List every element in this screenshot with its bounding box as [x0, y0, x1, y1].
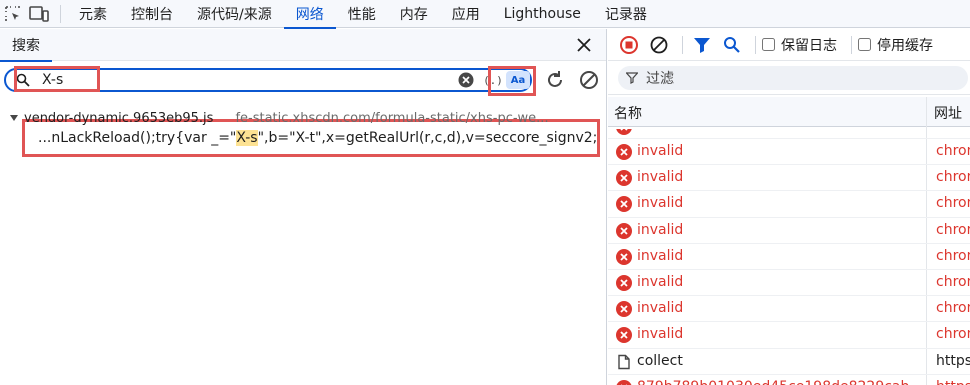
- preserve-log-checkbox[interactable]: 保留日志: [762, 35, 837, 55]
- error-icon: [616, 301, 632, 318]
- network-request-row[interactable]: 879b789b01030ed45ce198de8229cab https: [608, 375, 970, 385]
- tab-6[interactable]: 应用: [440, 0, 492, 28]
- toolbar-divider: [851, 35, 852, 54]
- clear-search-icon[interactable]: [458, 72, 475, 89]
- error-icon: [616, 196, 632, 213]
- annotation-box-case: [488, 66, 536, 96]
- result-text-after: ",b="X-t",x=getRealUrl(r,c,d),v=seccore_…: [257, 130, 598, 146]
- tab-7[interactable]: Lighthouse: [492, 0, 593, 28]
- disable-cache-box[interactable]: [858, 38, 871, 51]
- tab-3[interactable]: 网络: [283, 0, 336, 29]
- search-result-line[interactable]: ...nLackReload();try{var _="X-s",b="X-t"…: [38, 130, 598, 150]
- disable-cache-label: 停用缓存: [877, 37, 933, 54]
- request-name: invalid: [637, 247, 684, 264]
- error-icon: [616, 274, 632, 291]
- request-url: chron: [936, 273, 970, 290]
- toolbar-divider: [755, 35, 756, 54]
- devtools-tabbar: 元素 控制台 源代码/来源 网络 性能 内存 应用 Lighthouse 记录器: [0, 0, 970, 29]
- error-icon: [616, 327, 632, 344]
- search-drawer-header: 搜索: [0, 29, 606, 62]
- search-drawer: 搜索 (.) Aa vendor-dynamic.9653eb95.js: [0, 29, 607, 385]
- error-icon: [616, 222, 632, 239]
- preserve-log-box[interactable]: [762, 38, 775, 51]
- error-icon: [616, 129, 632, 135]
- request-name: collect: [637, 352, 683, 369]
- result-text-before: ...nLackReload();try{var _=": [38, 130, 237, 146]
- result-file-url: fe-static.xhscdn.com/formula-static/xhs-…: [235, 110, 549, 126]
- request-name: invalid: [637, 221, 684, 238]
- filter-row: 过滤: [608, 61, 970, 95]
- column-name-header[interactable]: 名称: [614, 103, 642, 123]
- document-icon: [616, 354, 632, 370]
- network-request-row[interactable]: invalid chron: [608, 218, 970, 244]
- tab-0[interactable]: 元素: [67, 0, 119, 28]
- request-url: chron: [936, 247, 970, 264]
- request-name: invalid: [637, 129, 683, 133]
- error-icon: [616, 379, 632, 385]
- tab-search[interactable]: 搜索: [0, 29, 52, 62]
- request-name: invalid: [637, 273, 684, 290]
- result-match-highlight: X-s: [236, 130, 258, 146]
- request-url: chron: [936, 195, 970, 212]
- request-url: chron: [936, 169, 970, 186]
- error-icon: [616, 170, 632, 187]
- request-url: https: [936, 352, 970, 369]
- disable-cache-checkbox[interactable]: 停用缓存: [858, 35, 933, 55]
- clear-log-icon[interactable]: [646, 32, 672, 58]
- search-result-file[interactable]: vendor-dynamic.9653eb95.js fe-static.xhs…: [10, 109, 600, 127]
- network-request-row[interactable]: invalid chron: [608, 270, 970, 297]
- request-name: invalid: [637, 300, 684, 317]
- record-stop-icon[interactable]: [616, 32, 642, 58]
- tab-5[interactable]: 内存: [388, 0, 440, 28]
- refresh-icon[interactable]: [544, 69, 566, 91]
- toolbar-divider: [682, 35, 683, 54]
- filter-input[interactable]: 过滤: [618, 65, 968, 90]
- request-url: https: [936, 379, 970, 385]
- error-icon: [616, 144, 632, 160]
- inspect-element-icon[interactable]: [0, 1, 26, 27]
- network-table-header: 名称 网址: [608, 97, 970, 127]
- tab-1[interactable]: 控制台: [119, 0, 185, 28]
- search-icon[interactable]: [719, 32, 745, 58]
- request-url: chron: [936, 143, 970, 159]
- network-request-row[interactable]: invalid chron: [608, 165, 970, 192]
- request-name: invalid: [637, 143, 684, 159]
- request-name: invalid: [637, 326, 684, 343]
- device-toolbar-icon[interactable]: [26, 1, 52, 27]
- annotation-box-query: [14, 66, 100, 92]
- tab-2[interactable]: 源代码/来源: [185, 0, 284, 28]
- column-url-header[interactable]: 网址: [934, 103, 962, 123]
- network-request-row[interactable]: invalid chron: [608, 296, 970, 323]
- filter-funnel-icon: [626, 71, 638, 84]
- request-name: 879b789b01030ed45ce198de8229cab: [637, 379, 909, 385]
- network-request-row[interactable]: invalid chron: [608, 129, 970, 139]
- network-request-row[interactable]: invalid chron: [608, 244, 970, 270]
- network-request-list: invalidchroninvalidchroninvalidchroninva…: [608, 129, 970, 385]
- network-request-row[interactable]: invalid chron: [608, 191, 970, 218]
- network-request-row[interactable]: invalid chron: [608, 139, 970, 166]
- request-name: invalid: [637, 169, 684, 186]
- request-name: invalid: [637, 195, 684, 212]
- search-input[interactable]: [42, 71, 442, 89]
- tab-8[interactable]: 记录器: [593, 0, 659, 28]
- request-url: chron: [936, 129, 970, 133]
- network-toolbar: 保留日志 停用缓存: [608, 29, 970, 61]
- tab-4[interactable]: 性能: [336, 0, 388, 28]
- request-url: chron: [936, 300, 970, 317]
- request-url: chron: [936, 221, 970, 238]
- close-icon[interactable]: [574, 35, 594, 55]
- preserve-log-label: 保留日志: [781, 37, 837, 54]
- filter-placeholder: 过滤: [646, 70, 674, 87]
- error-icon: [616, 248, 632, 265]
- result-file-name: vendor-dynamic.9653eb95.js: [24, 110, 214, 126]
- filter-icon[interactable]: [689, 32, 715, 58]
- network-request-row[interactable]: invalid chron: [608, 322, 970, 349]
- toolbar-divider: [60, 4, 61, 23]
- network-panel: 保留日志 停用缓存 过滤 名称 网址 invalid chron invalid ch…: [608, 29, 970, 385]
- clear-results-icon[interactable]: [578, 69, 600, 91]
- request-url: chron: [936, 326, 970, 343]
- expand-triangle-icon[interactable]: [10, 115, 18, 121]
- network-request-row[interactable]: collect https: [608, 349, 970, 375]
